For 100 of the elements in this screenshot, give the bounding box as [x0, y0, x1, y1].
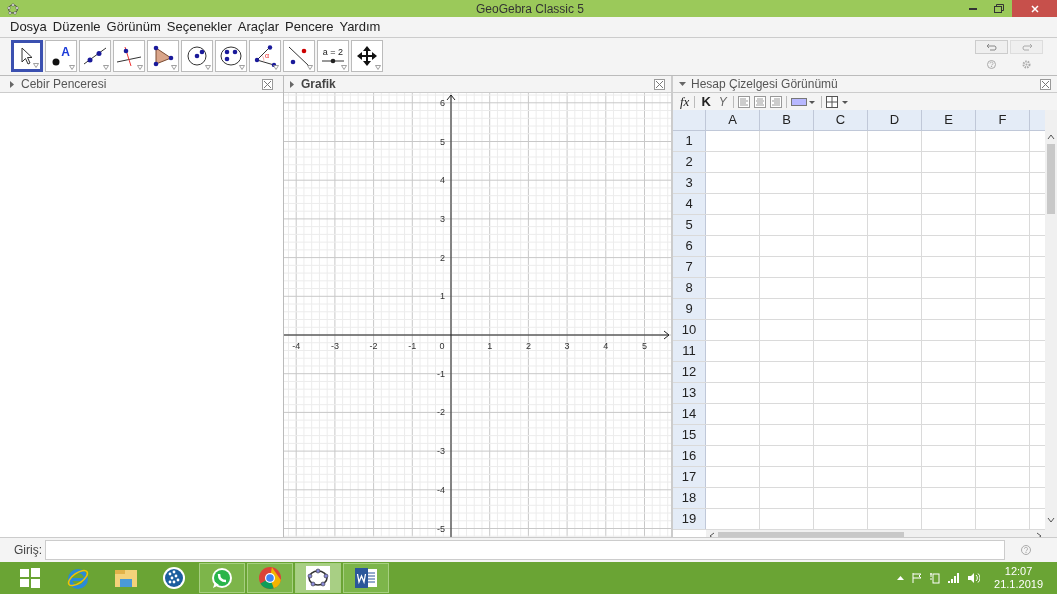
- dotted-circle-icon: [162, 566, 186, 590]
- close-icon[interactable]: [1040, 78, 1051, 90]
- volume-icon[interactable]: [968, 573, 981, 583]
- row-header[interactable]: 13: [673, 383, 706, 403]
- vertical-scrollbar[interactable]: [1045, 110, 1057, 537]
- row-header[interactable]: 7: [673, 257, 706, 277]
- dropdown-triangle-icon: [205, 65, 211, 70]
- function-button[interactable]: fx: [677, 91, 693, 112]
- window-title: GeoGebra Classic 5: [474, 0, 585, 18]
- axis-label: -3: [437, 446, 445, 457]
- row-header[interactable]: 9: [673, 299, 706, 319]
- column-header[interactable]: C: [814, 110, 868, 130]
- fill-color-icon[interactable]: [790, 95, 817, 108]
- axis-label: -3: [330, 341, 339, 351]
- menu-item[interactable]: Dosya: [10, 17, 47, 37]
- close-icon[interactable]: [654, 78, 665, 90]
- taskbar-button[interactable]: [343, 563, 389, 593]
- border-icon[interactable]: [825, 95, 850, 108]
- column-header[interactable]: D: [868, 110, 922, 130]
- row-header[interactable]: 6: [673, 236, 706, 256]
- italic-button[interactable]: Y: [714, 92, 731, 111]
- row-header[interactable]: 18: [673, 488, 706, 508]
- row-header[interactable]: 12: [673, 362, 706, 382]
- document-w-icon: [354, 566, 378, 590]
- row-header[interactable]: 5: [673, 215, 706, 235]
- bold-button[interactable]: K: [697, 91, 715, 112]
- tool-button[interactable]: [11, 40, 43, 72]
- tool-button[interactable]: [283, 40, 315, 72]
- scroll-down-icon[interactable]: [1047, 517, 1055, 523]
- tool-button[interactable]: [113, 40, 145, 72]
- tool-button[interactable]: [351, 40, 383, 72]
- row-header[interactable]: 3: [673, 173, 706, 193]
- row-header[interactable]: 8: [673, 278, 706, 298]
- point-label: A: [61, 46, 70, 58]
- battery-icon[interactable]: [930, 572, 941, 584]
- row-header[interactable]: 15: [673, 425, 706, 445]
- axis-label: 4: [440, 175, 445, 186]
- align-icon[interactable]: [753, 95, 766, 108]
- panel-title: Cebir Penceresi: [21, 76, 107, 93]
- tool-button[interactable]: [215, 40, 247, 72]
- menu-item[interactable]: Seçenekler: [166, 17, 232, 37]
- row-header[interactable]: 17: [673, 467, 706, 487]
- settings-icon[interactable]: [1022, 60, 1031, 69]
- dropdown-triangle-icon: [137, 65, 143, 70]
- row-header[interactable]: 16: [673, 446, 706, 466]
- dropdown-triangle-icon: [239, 65, 245, 70]
- scroll-up-icon[interactable]: [1047, 134, 1055, 140]
- tool-button[interactable]: [79, 40, 111, 72]
- signal-icon[interactable]: [948, 573, 961, 583]
- align-icon[interactable]: [769, 95, 782, 108]
- row-header[interactable]: 19: [673, 509, 706, 529]
- axis-label: 5: [642, 341, 647, 351]
- flag-icon[interactable]: [912, 573, 923, 583]
- row-header[interactable]: 14: [673, 404, 706, 424]
- menu-item[interactable]: Düzenle: [52, 17, 101, 37]
- show-hidden-icons[interactable]: [897, 576, 905, 580]
- align-icon[interactable]: [737, 95, 750, 108]
- tool-button[interactable]: a = 2: [317, 40, 349, 72]
- axis-label: 0: [439, 341, 445, 351]
- expand-triangle-icon[interactable]: [290, 80, 294, 88]
- column-header[interactable]: E: [922, 110, 976, 130]
- column-header[interactable]: A: [706, 110, 760, 130]
- row-header[interactable]: 10: [673, 320, 706, 340]
- column-header[interactable]: F: [976, 110, 1030, 130]
- row-header[interactable]: 2: [673, 152, 706, 172]
- expand-triangle-icon[interactable]: [10, 80, 14, 88]
- dropdown-triangle-icon: [307, 65, 313, 70]
- row-header[interactable]: 4: [673, 194, 706, 214]
- column-header[interactable]: B: [760, 110, 814, 130]
- coordinate-grid[interactable]: -4 -3 -2 -1 0 1 2 3 4 5 6 5 4 3 2 1 -1 -2 -3 -4 -5: [284, 93, 671, 537]
- row-header[interactable]: 11: [673, 341, 706, 361]
- clock-time: 12:07: [1004, 565, 1033, 578]
- axis-label: -4: [292, 341, 301, 351]
- taskbar-button[interactable]: [295, 563, 341, 593]
- line-icon: [82, 45, 108, 67]
- tool-button[interactable]: [181, 40, 213, 72]
- menu-item[interactable]: Pencere: [285, 17, 334, 37]
- slider-label: a = 2: [322, 47, 344, 57]
- input-field[interactable]: [45, 540, 1005, 560]
- point-icon: [52, 58, 61, 66]
- ellipse-icon: [219, 45, 243, 67]
- restore-icon: [994, 4, 1004, 13]
- axis-label: 5: [440, 136, 445, 147]
- axis-label: 1: [440, 291, 445, 302]
- axis-label: -4: [437, 484, 445, 495]
- axis-label: 6: [440, 97, 445, 108]
- menu-item[interactable]: Görünüm: [106, 17, 161, 37]
- collapse-triangle-icon[interactable]: [679, 82, 686, 86]
- row-header[interactable]: 1: [673, 131, 706, 151]
- menu-item[interactable]: Yardım: [339, 17, 381, 37]
- panel-title: Hesap Çizelgesi Görünümü: [691, 76, 838, 93]
- tool-button[interactable]: A: [45, 40, 77, 72]
- tool-button[interactable]: [147, 40, 179, 72]
- axis-label: -5: [437, 523, 445, 534]
- windows-icon: [20, 568, 40, 588]
- close-icon[interactable]: [262, 78, 273, 90]
- menu-item[interactable]: Araçlar: [237, 17, 279, 37]
- scroll-thumb[interactable]: [1047, 144, 1055, 214]
- redo-icon: [1020, 43, 1033, 51]
- point-reflection-icon: [287, 45, 311, 67]
